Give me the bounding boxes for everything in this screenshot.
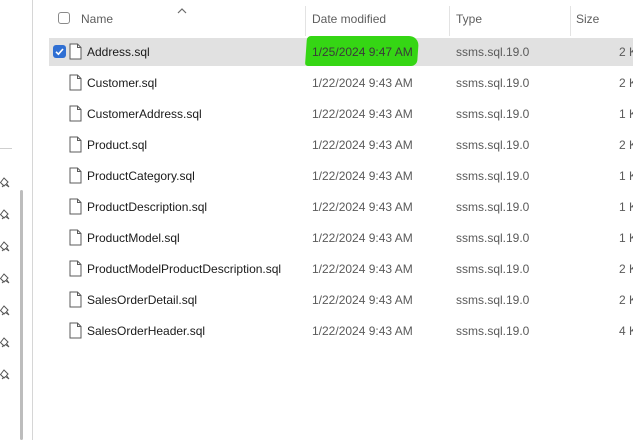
navigation-pane	[0, 0, 33, 440]
nav-scrollbar[interactable]	[20, 190, 23, 440]
column-divider[interactable]	[570, 6, 571, 36]
file-icon	[69, 260, 82, 280]
file-date-modified: 1/22/2024 9:43 AM	[312, 76, 413, 90]
file-type: ssms.sql.19.0	[456, 293, 530, 307]
file-icon	[69, 167, 82, 187]
file-row[interactable]: ProductModelProductDescription.sql 1/22/2…	[49, 255, 633, 283]
column-header-date-modified[interactable]: Date modified	[312, 12, 386, 26]
file-size: 2 K	[619, 76, 633, 90]
file-icon	[69, 322, 82, 342]
file-type: ssms.sql.19.0	[456, 107, 530, 121]
file-size: 2 K	[619, 262, 633, 276]
file-row[interactable]: Product.sql 1/22/2024 9:43 AM ssms.sql.19.…	[49, 131, 633, 159]
file-size: 1 K	[619, 107, 633, 121]
column-header-name[interactable]: Name	[81, 12, 113, 26]
file-size: 4 K	[619, 324, 633, 338]
file-date-modified: 1/22/2024 9:43 AM	[312, 231, 413, 245]
file-name[interactable]: CustomerAddress.sql	[87, 107, 202, 121]
file-name[interactable]: SalesOrderDetail.sql	[87, 293, 197, 307]
file-date-modified: 1/22/2024 9:43 AM	[312, 293, 413, 307]
file-size: 2 K	[619, 45, 633, 59]
column-header-bar: Name Date modified Type Size	[33, 0, 633, 38]
file-type: ssms.sql.19.0	[456, 169, 530, 183]
file-icon	[69, 43, 82, 63]
file-row[interactable]: Customer.sql 1/22/2024 9:43 AM ssms.sql.19…	[49, 69, 633, 97]
file-size: 1 K	[619, 231, 633, 245]
file-icon	[69, 105, 82, 125]
file-type: ssms.sql.19.0	[456, 200, 530, 214]
pin-icon[interactable]	[0, 305, 14, 319]
file-icon	[69, 229, 82, 249]
file-icon	[69, 291, 82, 311]
pin-icon[interactable]	[0, 177, 14, 191]
file-date-modified: 1/22/2024 9:43 AM	[312, 169, 413, 183]
select-all-checkbox[interactable]	[58, 12, 70, 24]
file-row[interactable]: ProductDescription.sql 1/22/2024 9:43 AM s…	[49, 193, 633, 221]
file-icon	[69, 74, 82, 94]
pin-icon[interactable]	[0, 337, 14, 351]
file-name[interactable]: ProductCategory.sql	[87, 169, 195, 183]
file-size: 1 K	[619, 169, 633, 183]
file-row[interactable]: SalesOrderDetail.sql 1/22/2024 9:43 AM ssm…	[49, 286, 633, 314]
pin-icon[interactable]	[0, 273, 14, 287]
column-divider[interactable]	[305, 6, 306, 36]
file-size: 2 K	[619, 293, 633, 307]
file-date-modified: 1/22/2024 9:43 AM	[312, 324, 413, 338]
file-type: ssms.sql.19.0	[456, 45, 530, 59]
file-type: ssms.sql.19.0	[456, 324, 530, 338]
file-type: ssms.sql.19.0	[456, 76, 530, 90]
column-header-size[interactable]: Size	[576, 12, 599, 26]
file-row[interactable]: ProductCategory.sql 1/22/2024 9:43 AM ssms…	[49, 162, 633, 190]
row-checkbox[interactable]	[53, 45, 66, 58]
file-name[interactable]: ProductModelProductDescription.sql	[87, 262, 281, 276]
column-header-type[interactable]: Type	[456, 12, 482, 26]
chevron-up-icon[interactable]	[177, 3, 187, 17]
file-name[interactable]: Address.sql	[87, 45, 150, 59]
pin-icon[interactable]	[0, 369, 14, 383]
file-size: 2 K	[619, 138, 633, 152]
file-name[interactable]: SalesOrderHeader.sql	[87, 324, 205, 338]
file-date-modified: 1/22/2024 9:43 AM	[312, 138, 413, 152]
file-type: ssms.sql.19.0	[456, 231, 530, 245]
file-name[interactable]: ProductDescription.sql	[87, 200, 207, 214]
file-row[interactable]: SalesOrderHeader.sql 1/22/2024 9:43 AM ssm…	[49, 317, 633, 345]
file-date-modified: 1/22/2024 9:43 AM	[312, 200, 413, 214]
file-row[interactable]: CustomerAddress.sql 1/22/2024 9:43 AM ssms…	[49, 100, 633, 128]
file-name[interactable]: Customer.sql	[87, 76, 157, 90]
file-name[interactable]: Product.sql	[87, 138, 147, 152]
pin-icon[interactable]	[0, 241, 14, 255]
pin-icon[interactable]	[0, 209, 14, 223]
file-date-modified: 1/22/2024 9:43 AM	[312, 262, 413, 276]
column-divider[interactable]	[449, 6, 450, 36]
file-type: ssms.sql.19.0	[456, 138, 530, 152]
nav-divider	[0, 148, 12, 149]
file-row[interactable]: Address.sql 1/25/2024 9:47 AM ssms.sql.19.…	[49, 36, 633, 66]
file-icon	[69, 198, 82, 218]
file-name[interactable]: ProductModel.sql	[87, 231, 180, 245]
checkmark-icon	[53, 45, 66, 58]
file-date-modified: 1/25/2024 9:47 AM	[312, 45, 413, 59]
file-size: 1 K	[619, 200, 633, 214]
file-type: ssms.sql.19.0	[456, 262, 530, 276]
file-icon	[69, 136, 82, 156]
file-date-modified: 1/22/2024 9:43 AM	[312, 107, 413, 121]
file-row[interactable]: ProductModel.sql 1/22/2024 9:43 AM ssms.sq…	[49, 224, 633, 252]
